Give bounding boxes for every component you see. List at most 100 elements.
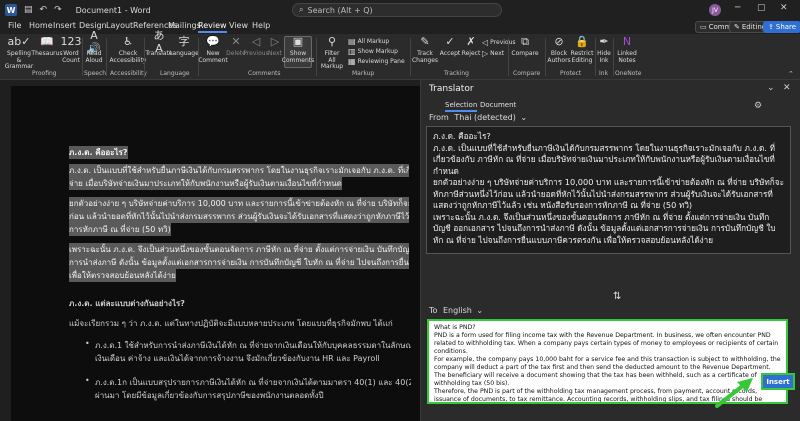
from-language-selector[interactable]: From Thai (detected) ⌄ [429, 113, 527, 122]
reject-icon: ✗ [466, 35, 476, 49]
tab-view[interactable]: View [229, 21, 248, 30]
block-authors-button[interactable]: ⊘ Block Authors [547, 35, 570, 64]
show-comments-icon: ▣ [292, 35, 304, 49]
group-label-accessibility: Accessibility [110, 70, 147, 77]
pencil-icon: ✎ [734, 23, 740, 31]
ribbon-divider [106, 38, 107, 76]
linked-notes-button[interactable]: N Linked Notes [616, 36, 638, 64]
next-change-button[interactable]: ▷ Next [482, 49, 504, 58]
to-language-selector[interactable]: To English ⌄ [429, 306, 483, 315]
accept-icon: ✓ [445, 35, 455, 49]
ribbon-divider [545, 38, 546, 76]
tab-help[interactable]: Help [252, 21, 270, 30]
source-text-box[interactable]: ภ.ง.ด. คืออะไร? ภ.ง.ด. เป็นแบบที่ใช้สำหร… [426, 126, 791, 254]
green-arrow-icon [715, 378, 753, 408]
chevron-down-icon: ⌄ [520, 113, 528, 122]
redo-icon[interactable]: ↷ [54, 5, 62, 15]
word-app-icon: W [5, 4, 17, 16]
new-comment-icon: 💬 [206, 35, 220, 49]
tab-insert[interactable]: Insert [53, 21, 76, 30]
tab-mailings[interactable]: Mailings [168, 21, 201, 30]
thesaurus-button[interactable]: 📖 Thesaurus [31, 36, 62, 58]
show-markup-dropdown[interactable]: ▥ Show Markup [348, 47, 398, 56]
search-icon: ⌕ [299, 5, 304, 14]
lock-icon: 🔒 [575, 35, 589, 49]
word-count-button[interactable]: 123 Word Count [61, 36, 82, 64]
doc-line: การหักภาษี ณ ที่จ่าย (50 ทวิ) [69, 223, 171, 236]
restrict-editing-button[interactable]: 🔒 Restrict Editing [570, 36, 594, 64]
doc-line: เพราะฉะนั้น ภ.ง.ด. จึงเป็นส่วนหนึ่งของขั… [69, 243, 409, 256]
save-icon[interactable]: ▤ [24, 5, 33, 15]
undo-icon[interactable]: ↶ [40, 5, 48, 15]
new-comment-button[interactable]: 💬 New Comment [198, 35, 227, 64]
maximize-button[interactable]: ▢ [757, 3, 766, 13]
hide-ink-button[interactable]: ✒ Hide Ink [597, 36, 611, 64]
close-button[interactable]: ✕ [780, 3, 788, 13]
avatar[interactable]: JV [709, 4, 721, 16]
language-icon: 字 [178, 35, 190, 49]
ribbon-divider [82, 38, 83, 76]
compare-icon: ⧉ [521, 35, 529, 49]
doc-line: แม้จะเรียกรวม ๆ ว่า ภ.ง.ด. แต่ในทางปฏิบั… [69, 319, 393, 328]
previous-comment-button[interactable]: ◁ Previous [243, 35, 268, 58]
source-paragraph: ยกตัวอย่างง่าย ๆ บริษัทจ่ายค่าบริการ 10,… [433, 177, 784, 210]
minimize-button[interactable]: ─ [735, 3, 740, 13]
source-paragraph: เพราะฉะนั้น ภ.ง.ด. จึงเป็นส่วนหนึ่งของขั… [433, 211, 776, 245]
previous-change-button[interactable]: ◁ Previous [482, 38, 516, 47]
filter-markup-button[interactable]: ⚲ Filter All Markup [320, 36, 344, 71]
doc-line: เงินเดือน ค่าจ้าง และเงินได้จากการจ้างงา… [95, 354, 380, 363]
show-markup-icon: ▥ [348, 47, 356, 56]
ribbon-divider [508, 38, 509, 76]
reviewing-pane-dropdown[interactable]: ▦ Reviewing Pane [348, 57, 405, 66]
next-comment-button[interactable]: ▷ Next [267, 36, 283, 58]
tab-file[interactable]: File [8, 21, 21, 30]
doc-line: ยกตัวอย่างง่าย ๆ บริษัทจ่ายค่าบริการ 10,… [69, 197, 409, 210]
translate-button[interactable]: あA Translate [145, 30, 172, 58]
search-input[interactable]: ⌕ Search (Alt + Q) [292, 3, 502, 17]
compare-button[interactable]: ⧉ Compare [511, 35, 538, 58]
comment-icon: ▭ [700, 23, 707, 31]
share-button[interactable]: ⇪ Share [763, 21, 800, 33]
filter-icon: ⚲ [327, 35, 337, 49]
check-accessibility-button[interactable]: ♿ Check Accessibility [110, 36, 147, 64]
ribbon-divider [410, 38, 411, 76]
accept-button[interactable]: ✓ Accept [440, 36, 460, 58]
reject-button[interactable]: ✗ Reject [462, 35, 481, 58]
show-comments-content[interactable]: ▣ Show Comments [282, 35, 315, 64]
doc-line: เพื่อให้ตรวจสอบย้อนหลังได้ง่าย [69, 269, 176, 282]
next-change-icon: ▷ [482, 49, 489, 58]
track-changes-button[interactable]: ✎ Track Changes [412, 36, 438, 64]
language-button[interactable]: 字 Language [169, 35, 199, 58]
tab-selection[interactable]: Selection [445, 101, 478, 112]
doc-line: ภ.ง.ด.1 ใช้สำหรับการนำส่งภาษีเงินได้หัก … [95, 341, 411, 350]
group-label-speech: Speech [84, 70, 107, 77]
search-placeholder: Search (Alt + Q) [307, 5, 373, 15]
tab-review[interactable]: Review [198, 21, 227, 33]
insert-highlight: Insert [761, 373, 795, 390]
swap-languages-icon[interactable]: ⇅ [613, 291, 621, 302]
tab-home[interactable]: Home [29, 21, 53, 30]
delete-comment-button[interactable]: ✕ Delete [226, 36, 246, 58]
block-authors-icon: ⊘ [554, 35, 564, 49]
translator-pane: Translator ⌄ ✕ Selection Document ⚙ From… [420, 80, 800, 421]
tab-document[interactable]: Document [480, 101, 516, 109]
group-label-onenote: OneNote [615, 70, 642, 77]
doc-line: ผ่านมา โดยมีข้อมูลเกี่ยวข้องกับการสรุปภา… [95, 391, 324, 400]
document-page[interactable]: ภ.ง.ด. คืออะไร? ภ.ง.ด. เป็นแบบที่ใช้สำหร… [11, 86, 420, 421]
title-bar: W ▤ ↶ ↷ Document1 - Word ⌕ Search (Alt +… [0, 0, 800, 20]
reviewing-pane-icon: ▦ [348, 57, 356, 66]
doc-line: การนำส่งภาษี ดังนั้น ข้อมูลตั้งแต่เอกสาร… [69, 256, 409, 269]
doc-heading: ภ.ง.ด. แต่ละแบบต่างกันอย่างไร? [69, 299, 185, 308]
spelling-grammar-button[interactable]: ab✓ Spelling & Grammar [5, 36, 34, 71]
all-markup-dropdown[interactable]: ▤ All Markup [348, 37, 389, 46]
read-aloud-button[interactable]: A🔊 Read Aloud [85, 30, 103, 64]
insert-button[interactable]: Insert [763, 375, 793, 388]
gear-icon[interactable]: ⚙ [754, 101, 762, 111]
pane-options-icon[interactable]: ⌄ [767, 83, 775, 93]
close-pane-icon[interactable]: ✕ [783, 83, 791, 93]
group-label-compare: Compare [513, 70, 541, 77]
collapse-ribbon-icon[interactable]: ⌃ [788, 70, 794, 78]
previous-comment-icon: ◁ [251, 35, 261, 49]
document-area: ภ.ง.ด. คืออะไร? ภ.ง.ด. เป็นแบบที่ใช้สำหร… [0, 80, 420, 421]
tab-layout[interactable]: Layout [106, 21, 133, 30]
